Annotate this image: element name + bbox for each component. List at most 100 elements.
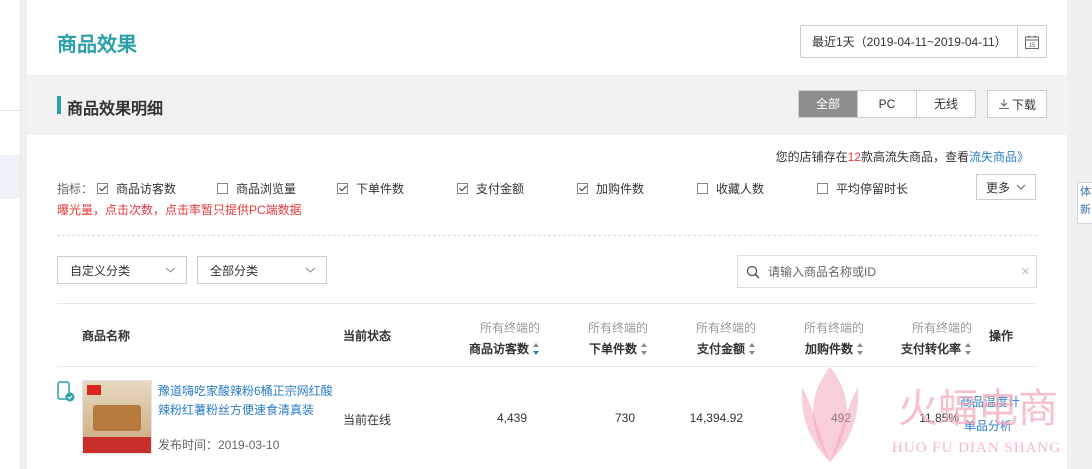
checkbox-favorites[interactable] bbox=[697, 183, 708, 194]
table-row: 豫道嗨吃家酸辣粉6桶正宗网红酸辣粉红薯粉丝方便速食清真装 发布时间：2019-0… bbox=[57, 366, 1037, 469]
checkbox-payment[interactable] bbox=[457, 183, 468, 194]
checkbox-pageviews[interactable] bbox=[217, 183, 228, 194]
col-visitors-prefix: 所有终端的 bbox=[479, 321, 540, 335]
checkbox-visitors[interactable] bbox=[97, 183, 108, 194]
side-floating-tab[interactable]: 体新 bbox=[1077, 182, 1092, 224]
indicator-cart-label: 加购件数 bbox=[596, 182, 645, 196]
product-name-link[interactable]: 豫道嗨吃家酸辣粉6桶正宗网红酸辣粉红薯粉丝方便速食清真装 bbox=[158, 382, 333, 420]
col-amount[interactable]: 所有终端的 支付金额 bbox=[655, 319, 756, 357]
date-range-text: 最近1天（2019-04-11~2019-04-11） bbox=[812, 35, 1007, 49]
all-category-select[interactable]: 全部分类 bbox=[197, 256, 327, 284]
custom-category-value: 自定义分类 bbox=[70, 263, 131, 278]
search-input[interactable] bbox=[766, 263, 1010, 280]
sort-icon[interactable] bbox=[857, 342, 864, 355]
cell-orders: 730 bbox=[614, 411, 635, 425]
indicator-pageviews-label: 商品浏览量 bbox=[236, 182, 297, 196]
terminal-segment-control: 全部 PC 无线 bbox=[798, 90, 976, 118]
clear-icon[interactable]: ✕ bbox=[1021, 265, 1030, 278]
col-orders-prefix: 所有终端的 bbox=[587, 321, 648, 335]
dashed-divider bbox=[57, 235, 1037, 236]
indicator-pageviews[interactable]: 商品浏览量 bbox=[217, 180, 296, 197]
col-cart[interactable]: 所有终端的 加购件数 bbox=[763, 319, 864, 357]
more-indicators-button[interactable]: 更多 bbox=[976, 174, 1036, 200]
more-label: 更多 bbox=[985, 180, 1010, 195]
section-title: 商品效果明细 bbox=[67, 101, 164, 118]
col-orders[interactable]: 所有终端的 下单件数 bbox=[547, 319, 648, 357]
product-search: ✕ bbox=[737, 255, 1037, 288]
sidebar-divider bbox=[0, 110, 20, 111]
col-conversion[interactable]: 所有终端的 支付转化率 bbox=[871, 319, 972, 357]
indicator-cart[interactable]: 加购件数 bbox=[577, 180, 644, 197]
cell-visitors: 4,439 bbox=[496, 411, 527, 425]
chevron-down-icon bbox=[165, 267, 176, 273]
segment-all[interactable]: 全部 bbox=[799, 91, 857, 117]
sort-icon[interactable] bbox=[641, 342, 648, 355]
notice-count: 12 bbox=[847, 150, 861, 164]
date-range-picker[interactable]: 最近1天（2019-04-11~2019-04-11） 15 bbox=[800, 25, 1047, 58]
indicator-favorites-label: 收藏人数 bbox=[716, 182, 765, 196]
page-title: 商品效果 bbox=[57, 34, 137, 56]
search-icon bbox=[746, 265, 760, 279]
col-amount-prefix: 所有终端的 bbox=[695, 321, 756, 335]
product-status: 当前在线 bbox=[343, 413, 392, 427]
mobile-icon bbox=[57, 381, 75, 402]
indicator-avg-stay-label: 平均停留时长 bbox=[836, 182, 909, 196]
main-card: 商品效果 最近1天（2019-04-11~2019-04-11） 15 商品效果… bbox=[27, 0, 1067, 469]
sidebar-selected-item[interactable] bbox=[0, 155, 20, 199]
col-product-name: 商品名称 bbox=[82, 329, 131, 343]
product-thumbnail[interactable] bbox=[82, 380, 152, 454]
single-product-analysis-link[interactable]: 单品分析 bbox=[964, 417, 1012, 434]
indicator-visitors[interactable]: 商品访客数 bbox=[97, 180, 176, 197]
page-header: 商品效果 最近1天（2019-04-11~2019-04-11） 15 bbox=[27, 0, 1067, 75]
col-action: 操作 bbox=[989, 329, 1014, 343]
indicator-orders-label: 下单件数 bbox=[356, 182, 405, 196]
indicator-avg-stay[interactable]: 平均停留时长 bbox=[817, 180, 908, 197]
col-conversion-prefix: 所有终端的 bbox=[911, 321, 972, 335]
col-visitors[interactable]: 所有终端的 商品访客数 bbox=[437, 319, 540, 357]
lost-products-link[interactable]: 流失商品》 bbox=[969, 150, 1029, 164]
indicator-visitors-label: 商品访客数 bbox=[116, 182, 177, 196]
custom-category-select[interactable]: 自定义分类 bbox=[57, 256, 187, 284]
indicator-orders[interactable]: 下单件数 bbox=[337, 180, 404, 197]
chevron-down-icon bbox=[305, 267, 316, 273]
col-status: 当前状态 bbox=[343, 329, 392, 343]
col-visitors-label: 商品访客数 bbox=[468, 342, 529, 356]
side-floating-tab-text: 体新 bbox=[1080, 186, 1091, 216]
all-category-value: 全部分类 bbox=[210, 263, 259, 278]
product-thermometer-link[interactable]: 商品温度计 bbox=[960, 393, 1020, 410]
sort-icon[interactable] bbox=[533, 342, 540, 355]
section-header: 商品效果明细 全部 PC 无线 下载 bbox=[27, 75, 1067, 135]
calendar-icon[interactable]: 15 bbox=[1017, 26, 1046, 57]
cell-cart: 492 bbox=[830, 411, 851, 425]
download-icon bbox=[998, 99, 1009, 109]
col-orders-label: 下单件数 bbox=[588, 342, 637, 356]
checkbox-cart[interactable] bbox=[577, 183, 588, 194]
svg-text:15: 15 bbox=[1029, 43, 1036, 49]
indicator-payment[interactable]: 支付金额 bbox=[457, 180, 524, 197]
table-header: 商品名称 当前状态 所有终端的 商品访客数 所有终端的 下单件数 所有终端的 支… bbox=[57, 303, 1037, 367]
publish-time: 发布时间：2019-03-10 bbox=[158, 438, 280, 452]
pc-only-warning: 曝光量，点击次数，点击率暂只提供PC端数据 bbox=[57, 203, 302, 217]
section-accent-bar bbox=[57, 96, 61, 114]
download-button[interactable]: 下载 bbox=[987, 90, 1047, 118]
checkbox-orders[interactable] bbox=[337, 183, 348, 194]
indicator-favorites[interactable]: 收藏人数 bbox=[697, 180, 764, 197]
segment-pc[interactable]: PC bbox=[857, 91, 916, 117]
col-conversion-label: 支付转化率 bbox=[900, 342, 961, 356]
segment-wireless[interactable]: 无线 bbox=[916, 91, 975, 117]
col-cart-prefix: 所有终端的 bbox=[803, 321, 864, 335]
indicator-payment-label: 支付金额 bbox=[476, 182, 525, 196]
indicator-label: 指标： bbox=[57, 182, 94, 196]
notice-middle: 款高流失商品，查看 bbox=[860, 150, 969, 164]
cell-conversion: 11.85% bbox=[919, 411, 959, 425]
sort-icon[interactable] bbox=[965, 342, 972, 355]
cell-amount: 14,394.92 bbox=[689, 411, 743, 425]
lost-products-notice: 您的店铺存在12款高流失商品，查看流失商品》 bbox=[776, 148, 1029, 165]
col-amount-label: 支付金额 bbox=[696, 342, 745, 356]
left-sidebar bbox=[0, 0, 21, 469]
notice-prefix: 您的店铺存在 bbox=[775, 150, 848, 164]
col-cart-label: 加购件数 bbox=[804, 342, 853, 356]
sort-icon[interactable] bbox=[749, 342, 756, 355]
checkbox-avg-stay[interactable] bbox=[817, 183, 828, 194]
download-label: 下载 bbox=[1011, 97, 1036, 112]
